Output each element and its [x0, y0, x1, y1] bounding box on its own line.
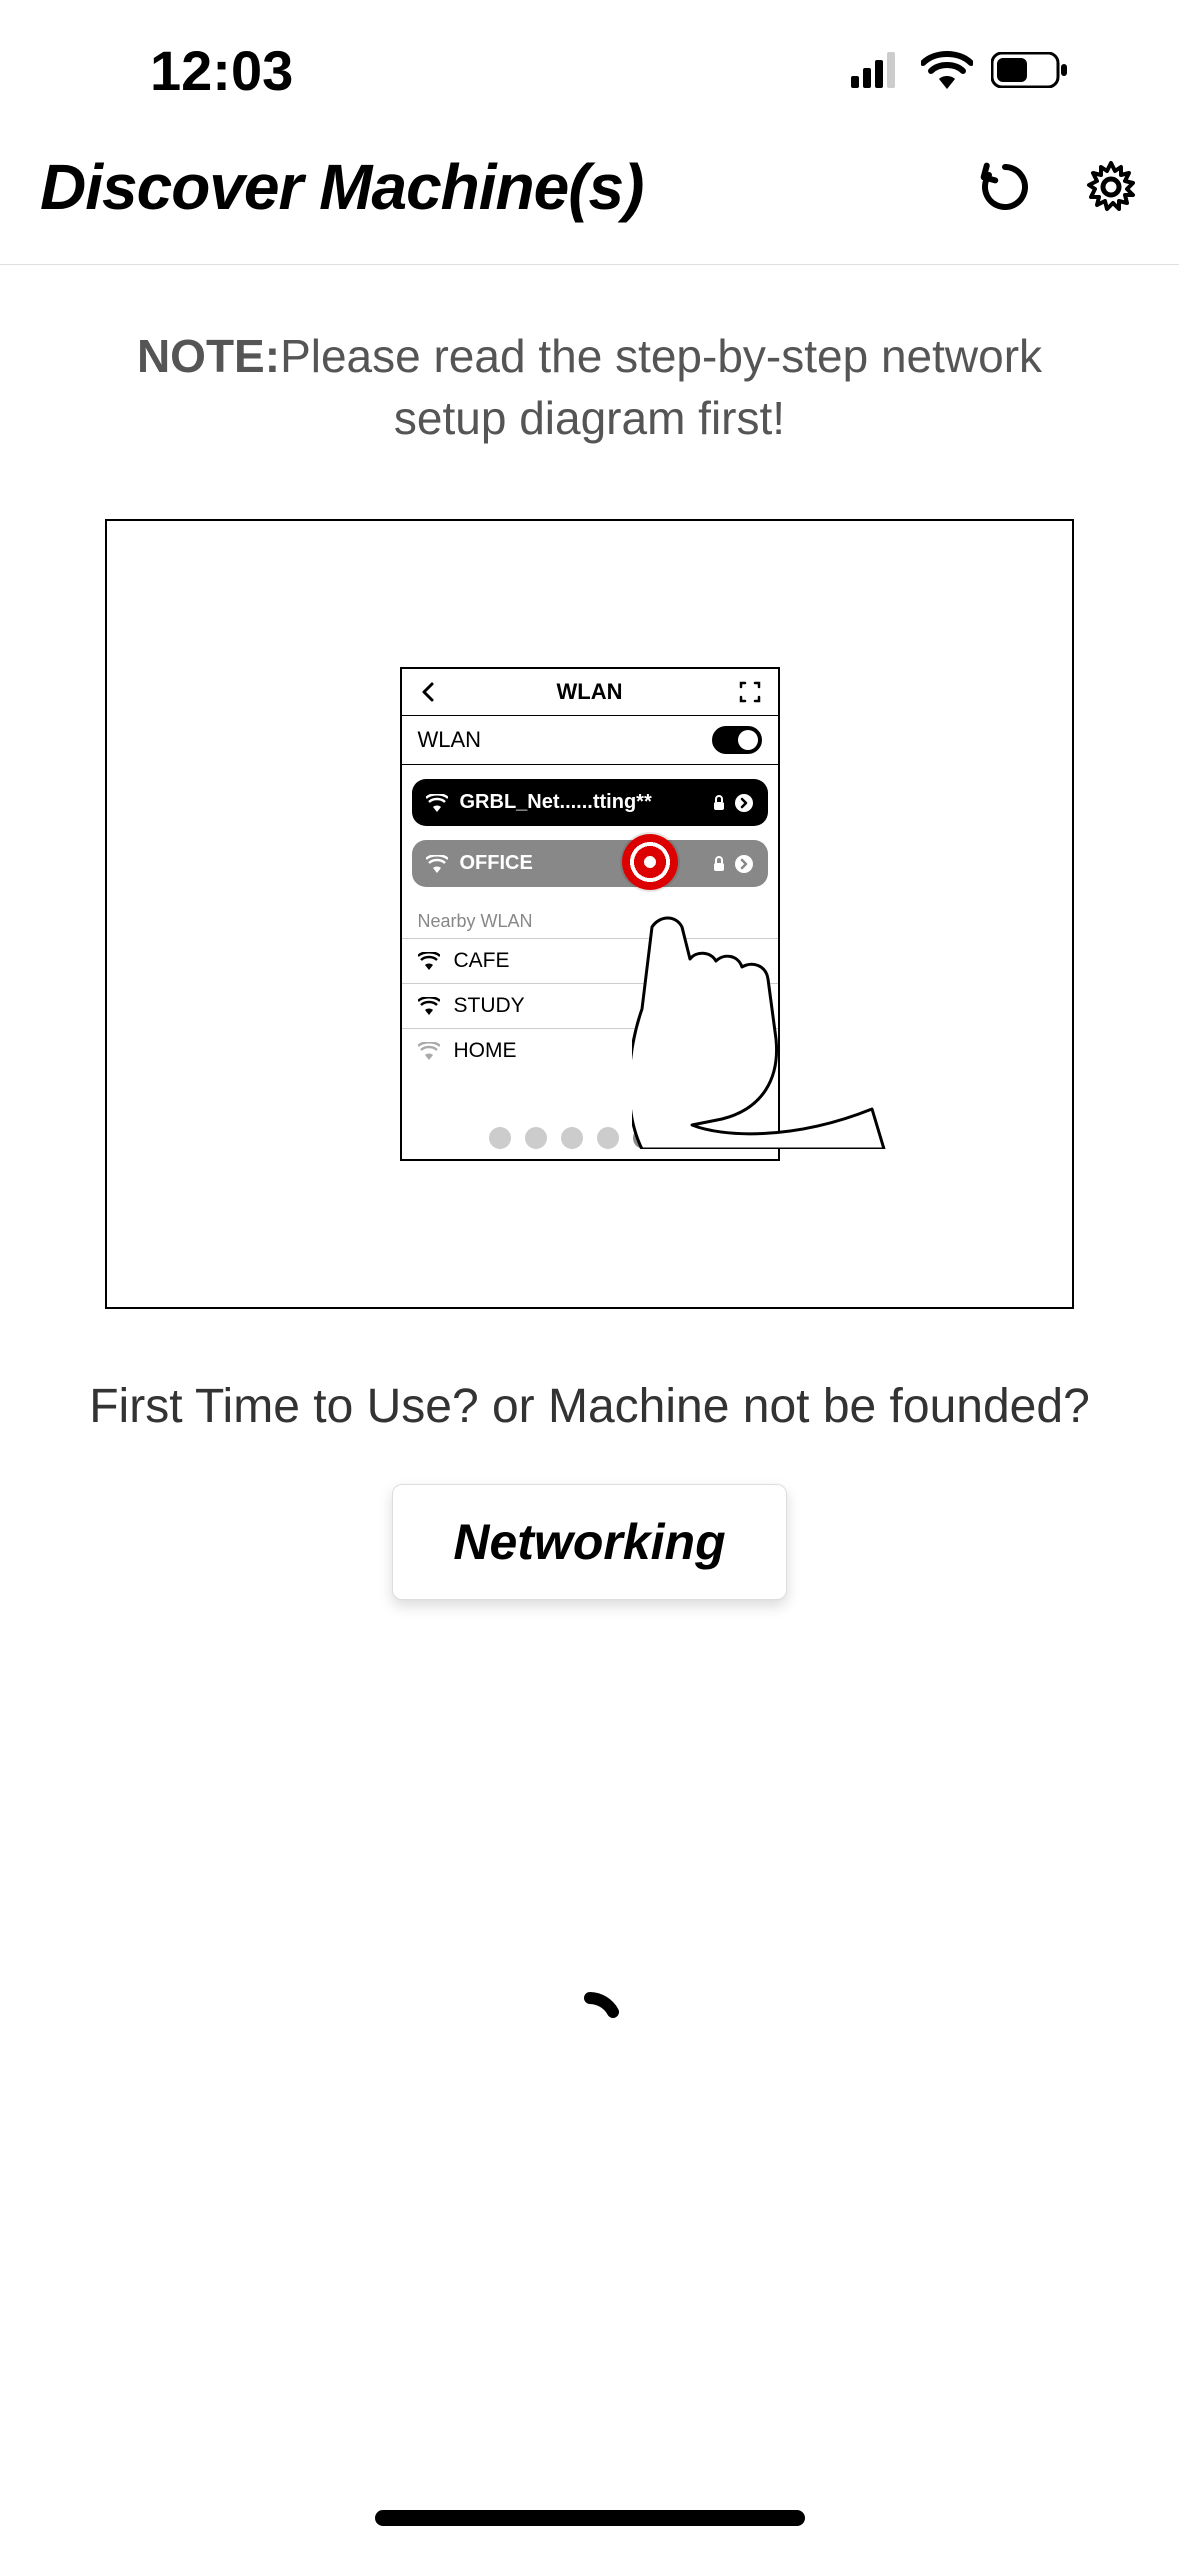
- wifi-small-icon: [418, 1042, 440, 1060]
- page-dot: [669, 1127, 691, 1149]
- note-label: NOTE:: [137, 330, 280, 382]
- header: Discover Machine(s): [0, 130, 1179, 265]
- page-dot: [597, 1127, 619, 1149]
- networking-button[interactable]: Networking: [392, 1484, 786, 1600]
- selected-network: OFFICE: [412, 840, 768, 887]
- tap-indicator: [622, 834, 678, 890]
- wifi-small-icon: [418, 997, 440, 1015]
- battery-icon: [991, 52, 1069, 88]
- refresh-button[interactable]: [977, 159, 1033, 215]
- lock-icon: [712, 795, 726, 811]
- setup-diagram: WLAN WLAN GRBL_Net......tting** OFFICE N…: [105, 519, 1074, 1309]
- back-arrow-icon: [418, 681, 440, 703]
- connected-name: GRBL_Net......tting**: [460, 791, 652, 814]
- lock-icon: [712, 856, 726, 872]
- note-text: Please read the step-by-step network set…: [280, 330, 1042, 444]
- first-time-prompt: First Time to Use? or Machine not be fou…: [0, 1379, 1179, 1434]
- selected-name: OFFICE: [460, 852, 533, 875]
- nearby-name: HOME: [454, 1039, 517, 1063]
- nearby-name: STUDY: [454, 994, 525, 1018]
- chevron-circle-icon: [734, 793, 754, 813]
- nearby-network: HOME: [402, 1028, 778, 1073]
- wifi-small-icon: [426, 855, 448, 873]
- status-icons: [851, 51, 1119, 89]
- nearby-network: STUDY: [402, 983, 778, 1028]
- home-indicator: [375, 2510, 805, 2526]
- wlan-mock-phone: WLAN WLAN GRBL_Net......tting** OFFICE N…: [400, 667, 780, 1161]
- loading-spinner: [555, 1990, 625, 2060]
- cellular-icon: [851, 52, 903, 88]
- page-dots: [402, 1113, 778, 1159]
- nearby-network: CAFE: [402, 938, 778, 983]
- wifi-small-icon: [418, 952, 440, 970]
- wlan-toggle: [712, 726, 762, 754]
- lock-icon: [726, 1043, 740, 1059]
- page-dot: [561, 1127, 583, 1149]
- page-dot: [525, 1127, 547, 1149]
- wlan-toggle-row: WLAN: [402, 716, 778, 765]
- page-title: Discover Machine(s): [40, 150, 643, 224]
- status-bar: 12:03: [0, 0, 1179, 130]
- nearby-name: CAFE: [454, 949, 510, 973]
- chevron-circle-icon: [734, 854, 754, 874]
- mock-title: WLAN: [557, 679, 623, 705]
- connected-network: GRBL_Net......tting**: [412, 779, 768, 826]
- page-dot: [489, 1127, 511, 1149]
- wlan-label: WLAN: [418, 727, 482, 753]
- page-dot-active: [633, 1127, 655, 1149]
- nearby-label: Nearby WLAN: [402, 901, 778, 938]
- header-actions: [977, 159, 1139, 215]
- chevron-right-icon: [750, 1043, 762, 1059]
- scan-icon: [739, 681, 761, 703]
- setup-note: NOTE:Please read the step-by-step networ…: [0, 265, 1179, 489]
- wifi-icon: [921, 51, 973, 89]
- settings-button[interactable]: [1083, 159, 1139, 215]
- status-time: 12:03: [150, 38, 293, 103]
- wifi-small-icon: [426, 794, 448, 812]
- mock-header: WLAN: [402, 669, 778, 716]
